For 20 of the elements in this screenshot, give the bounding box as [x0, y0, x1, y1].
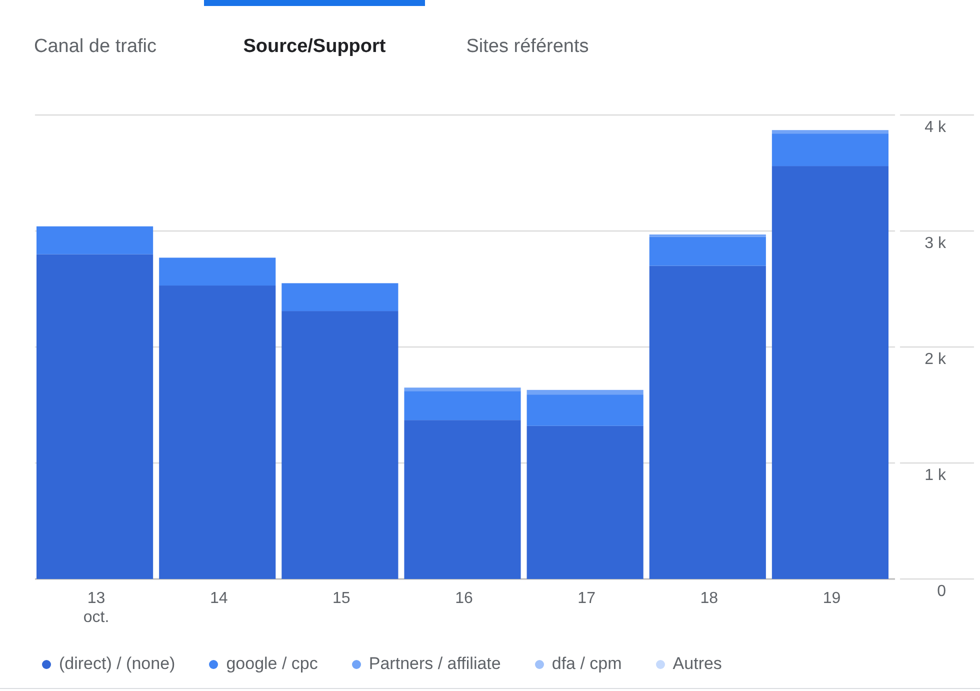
axis-label: 3 k: [924, 235, 946, 252]
legend-label: google / cpc: [226, 654, 318, 674]
tab[interactable]: Sites référents: [425, 0, 630, 90]
axis-label: 16: [455, 590, 473, 607]
legend-label: (direct) / (none): [59, 654, 176, 674]
tab[interactable]: Canal de trafic: [0, 0, 204, 90]
axis-label: 4 k: [924, 119, 946, 136]
axis-label: 17: [578, 590, 596, 607]
legend-label: dfa / cpm: [552, 654, 622, 674]
legend-label: Autres: [672, 654, 722, 674]
axis-label: 13 oct.: [83, 590, 110, 626]
axis-label: 19: [822, 590, 841, 607]
axis-label: 2 k: [924, 351, 946, 368]
axis-label: 18: [700, 590, 718, 607]
axis-label: 1 k: [924, 467, 946, 484]
axis-label: 14: [210, 590, 228, 607]
axis-label: 15: [332, 590, 350, 607]
legend-label: Partners / affiliate: [368, 654, 501, 674]
axis-label: 0: [937, 583, 946, 600]
tab[interactable]: Source/Support: [204, 0, 425, 90]
